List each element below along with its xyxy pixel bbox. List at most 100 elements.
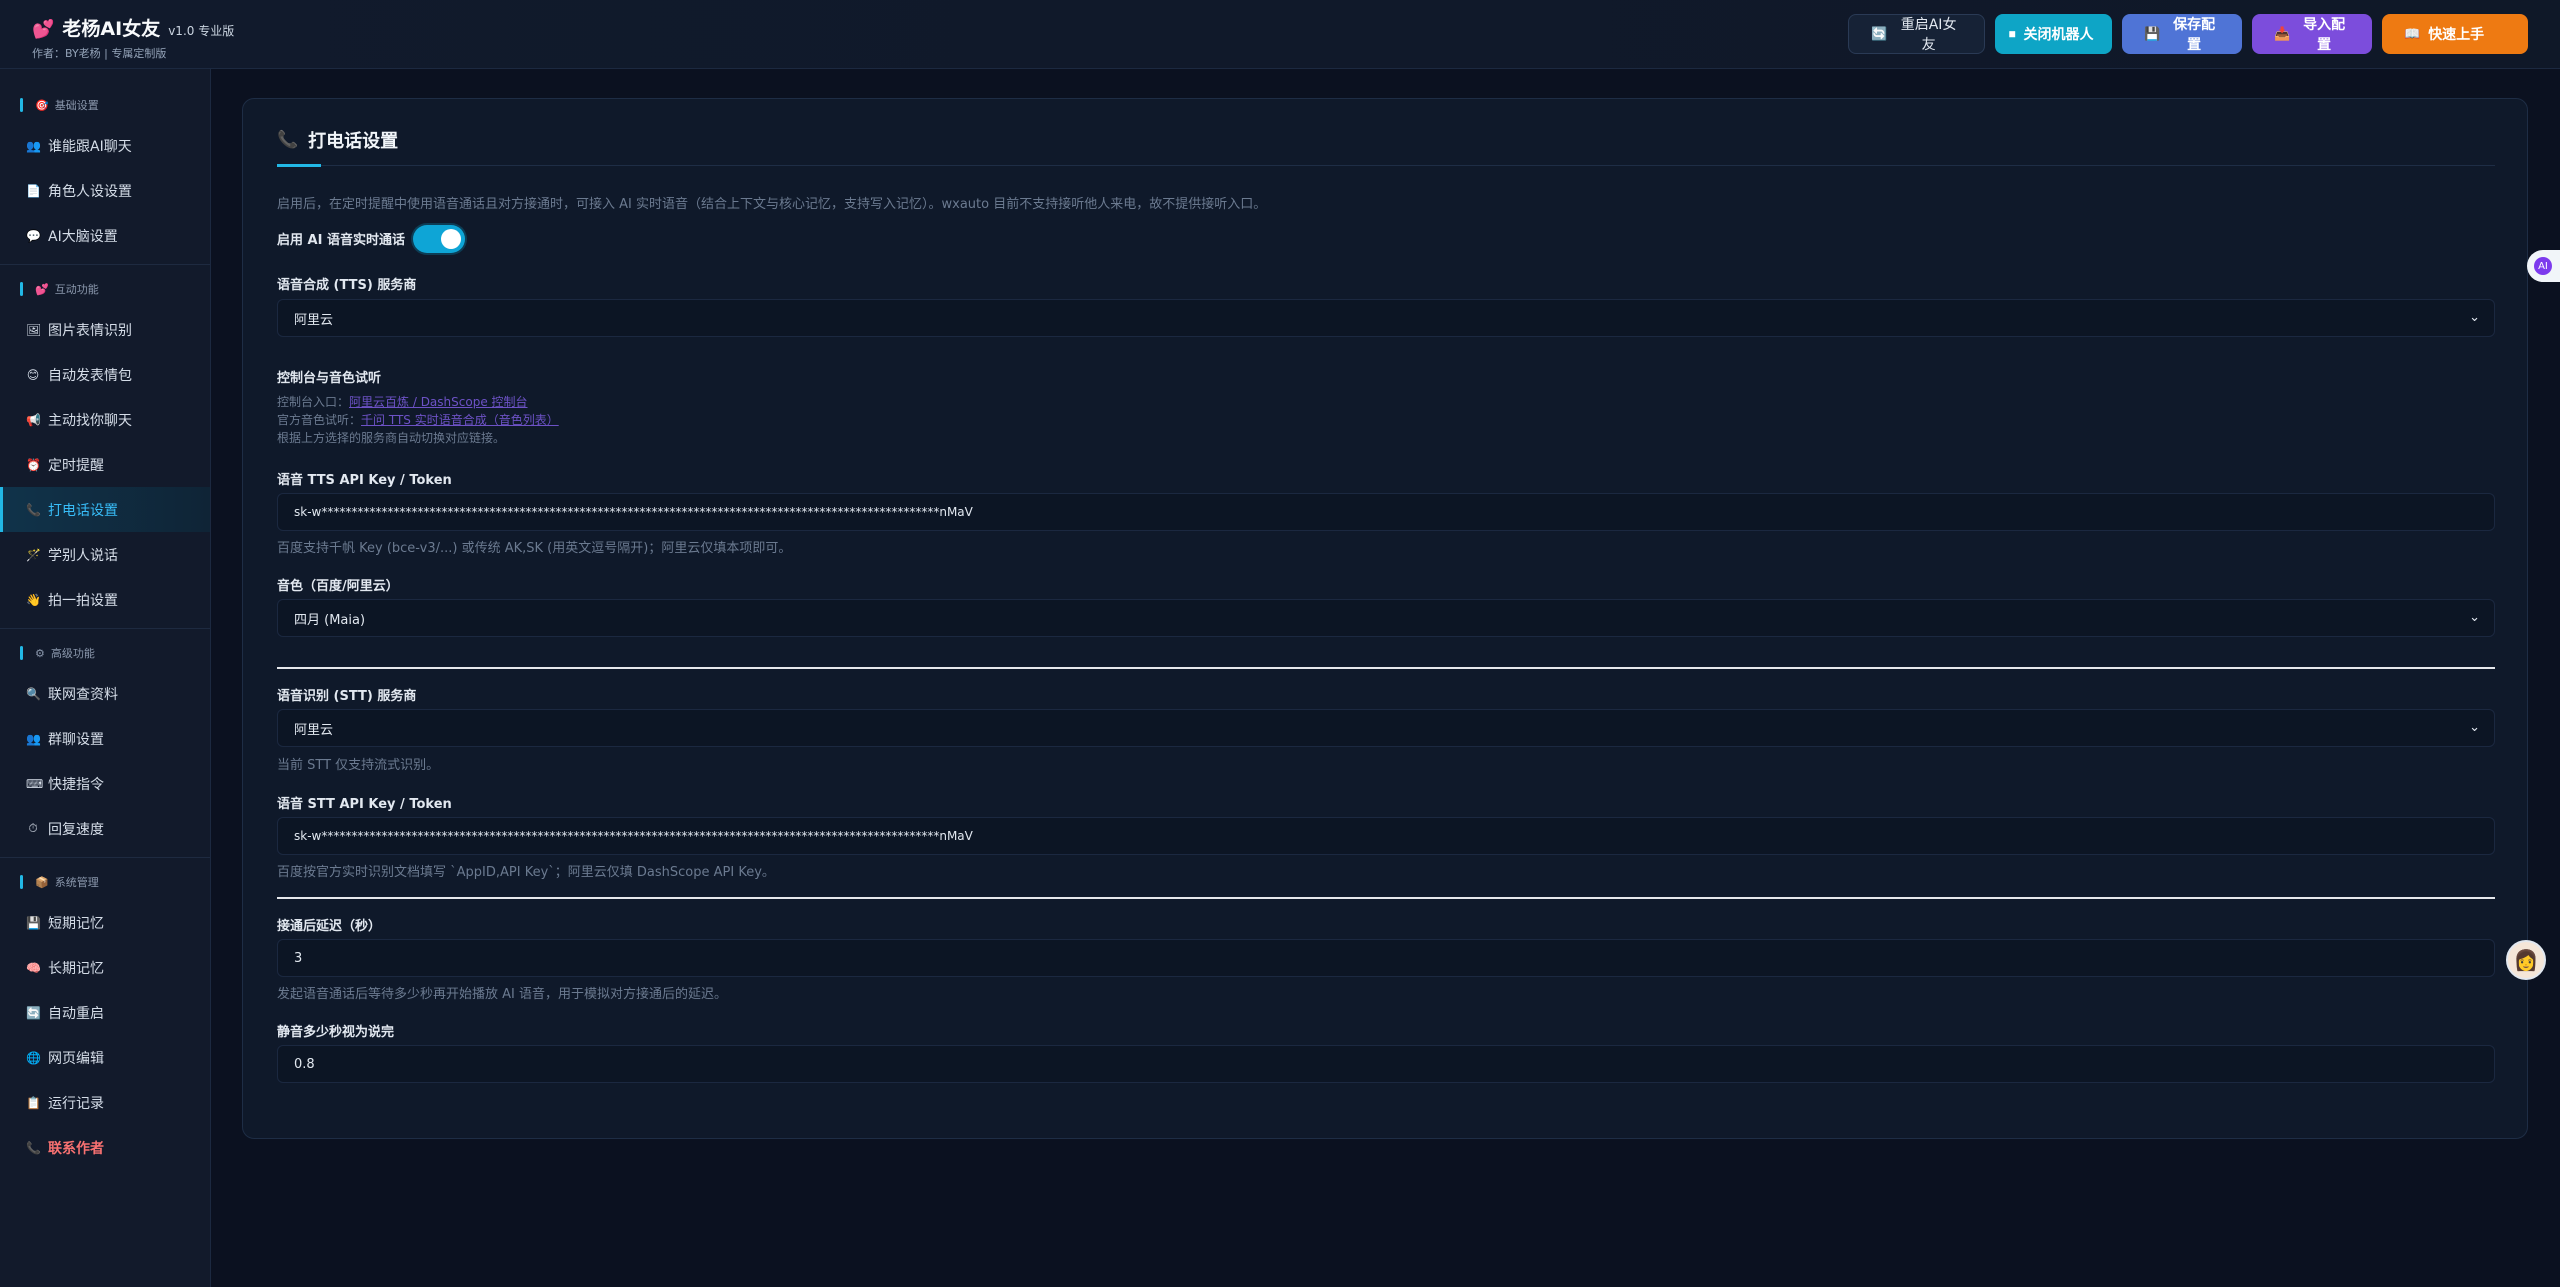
section-title: 高级功能 bbox=[50, 647, 95, 660]
floppy-icon: 💾 bbox=[2144, 26, 2161, 42]
section-divider bbox=[277, 667, 2495, 669]
stt-note: 当前 STT 仅支持流式识别。 bbox=[277, 758, 440, 773]
brand: 💕 老杨AI女友 v1.0 专业版 作者：BY老杨 | 专属定制版 bbox=[32, 14, 234, 61]
tts-key-label: 语音 TTS API Key / Token bbox=[277, 473, 452, 488]
sidebar-item-label: 快捷指令 bbox=[48, 776, 104, 793]
package-icon: 📦 bbox=[35, 875, 49, 889]
app-title: 老杨AI女友 bbox=[62, 18, 161, 40]
sidebar-item-label: 打电话设置 bbox=[48, 502, 118, 519]
tts-key-hint: 百度支持千帆 Key (bce-v3/...) 或传统 AK,SK (用英文逗号… bbox=[277, 541, 792, 556]
section-title: 基础设置 bbox=[54, 99, 99, 112]
sidebar-item-pat[interactable]: 👋 拍一拍设置 bbox=[0, 577, 210, 622]
sidebar-item-who-can-chat[interactable]: 👥 谁能跟AI聊天 bbox=[0, 123, 210, 168]
tts-key-value: sk-w************************************… bbox=[294, 505, 973, 519]
page-title: 📞 打电话设置 bbox=[277, 127, 398, 153]
console-entry-prefix: 控制台入口： bbox=[277, 395, 350, 409]
sidebar-item-reply-speed[interactable]: ⏱ 回复速度 bbox=[0, 806, 210, 851]
clipboard-icon: 📋 bbox=[26, 1095, 41, 1110]
chevron-down-icon: ⌄ bbox=[2469, 310, 2480, 325]
book-icon: 📖 bbox=[2404, 26, 2421, 42]
stt-provider-value: 阿里云 bbox=[294, 722, 334, 738]
sidebar-item-contact-author[interactable]: 📞 联系作者 bbox=[0, 1125, 210, 1170]
delay-label: 接通后延迟（秒） bbox=[277, 919, 382, 934]
target-icon: 🎯 bbox=[35, 98, 49, 112]
sidebar-item-label: 长期记忆 bbox=[48, 960, 104, 977]
title-accent bbox=[277, 164, 321, 167]
voice-select[interactable]: 四月 (Maia) ⌄ bbox=[277, 599, 2495, 637]
sidebar-item-label: 定时提醒 bbox=[48, 457, 104, 474]
sidebar-item-label: 图片表情识别 bbox=[48, 322, 132, 339]
sidebar-item-persona[interactable]: 📄 角色人设设置 bbox=[0, 168, 210, 213]
users-icon: 👥 bbox=[26, 731, 41, 746]
voice-demo-link[interactable]: 千问 TTS 实时语音合成（音色列表） bbox=[361, 413, 559, 427]
section-divider bbox=[277, 897, 2495, 899]
auto-switch-note: 根据上方选择的服务商自动切换对应链接。 bbox=[277, 431, 506, 445]
sidebar-item-image-recognition[interactable]: 🖼 图片表情识别 bbox=[0, 307, 210, 352]
quick-start-label: 快速上手 bbox=[2428, 27, 2485, 43]
stt-provider-label: 语音识别 (STT) 服务商 bbox=[277, 689, 417, 704]
alarm-icon: ⏰ bbox=[26, 457, 41, 472]
sidebar-item-reminder[interactable]: ⏰ 定时提醒 bbox=[0, 442, 210, 487]
timer-icon: ⏱ bbox=[28, 821, 38, 835]
silence-label: 静音多少秒视为说完 bbox=[277, 1025, 395, 1040]
sidebar-item-shortcuts[interactable]: ⌨ 快捷指令 bbox=[0, 761, 210, 806]
header-actions: 🔄 重启AI女友 ⏹ 关闭机器人 💾 保存配置 📥 导入配置 📖 快速上手 bbox=[1848, 14, 2528, 54]
sidebar-item-label: AI大脑设置 bbox=[48, 228, 118, 245]
silence-input[interactable]: 0.8 bbox=[277, 1045, 2495, 1083]
section-title: 系统管理 bbox=[54, 876, 99, 889]
sidebar-item-auto-restart[interactable]: 🔄 自动重启 bbox=[0, 990, 210, 1035]
sidebar-item-short-memory[interactable]: 💾 短期记忆 bbox=[0, 900, 210, 945]
sidebar-item-imitate-speech[interactable]: 🪄 学别人说话 bbox=[0, 532, 210, 577]
chat-bubble-icon: 💬 bbox=[26, 228, 41, 243]
avatar-icon: 👩 bbox=[2513, 948, 2539, 972]
delay-input[interactable]: 3 bbox=[277, 939, 2495, 977]
enable-call-toggle[interactable] bbox=[413, 225, 465, 253]
sidebar-item-ai-brain[interactable]: 💬 AI大脑设置 bbox=[0, 213, 210, 258]
heart-icon: 💕 bbox=[35, 282, 49, 296]
chevron-down-icon: ⌄ bbox=[2469, 720, 2480, 735]
keyboard-icon: ⌨ bbox=[26, 776, 44, 791]
console-entry-link[interactable]: 阿里云百炼 / DashScope 控制台 bbox=[349, 395, 528, 409]
restart-button[interactable]: 🔄 重启AI女友 bbox=[1848, 14, 1985, 54]
heart-icon: 💕 bbox=[32, 19, 55, 40]
quick-start-button[interactable]: 📖 快速上手 bbox=[2382, 14, 2528, 54]
sidebar-item-label: 自动发表情包 bbox=[48, 367, 132, 384]
intro-text: 启用后，在定时提醒中使用语音通话且对方接通时，可接入 AI 实时语音（结合上下文… bbox=[277, 197, 1267, 212]
import-config-button[interactable]: 📥 导入配置 bbox=[2252, 14, 2372, 54]
sidebar-item-auto-sticker[interactable]: 😊 自动发表情包 bbox=[0, 352, 210, 397]
stt-provider-select[interactable]: 阿里云 ⌄ bbox=[277, 709, 2495, 747]
sidebar-item-label: 角色人设设置 bbox=[48, 183, 132, 200]
sidebar: 🎯 基础设置 👥 谁能跟AI聊天 📄 角色人设设置 💬 AI大脑设置 💕 互动功能 🖼… bbox=[0, 69, 211, 1287]
sidebar-item-run-log[interactable]: 📋 运行记录 bbox=[0, 1080, 210, 1125]
users-icon: 👥 bbox=[26, 138, 41, 153]
sidebar-item-label: 网页编辑 bbox=[48, 1050, 104, 1067]
sidebar-item-proactive-chat[interactable]: 📢 主动找你聊天 bbox=[0, 397, 210, 442]
tts-key-input[interactable]: sk-w************************************… bbox=[277, 493, 2495, 531]
voice-demo-row: 官方音色试听：千问 TTS 实时语音合成（音色列表） bbox=[277, 411, 559, 428]
smile-icon: 😊 bbox=[26, 367, 40, 382]
voice-value: 四月 (Maia) bbox=[294, 612, 366, 628]
sidebar-item-web-editor[interactable]: 🌐 网页编辑 bbox=[0, 1035, 210, 1080]
section-accent bbox=[20, 875, 23, 889]
sidebar-item-group-chat[interactable]: 👥 群聊设置 bbox=[0, 716, 210, 761]
close-bot-button[interactable]: ⏹ 关闭机器人 bbox=[1995, 14, 2112, 54]
inbox-icon: 📥 bbox=[2274, 26, 2291, 42]
stt-key-label: 语音 STT API Key / Token bbox=[277, 797, 452, 812]
app-author: 作者：BY老杨 | 专属定制版 bbox=[32, 47, 167, 60]
console-label: 控制台与音色试听 bbox=[277, 371, 382, 386]
stt-key-input[interactable]: sk-w************************************… bbox=[277, 817, 2495, 855]
section-accent bbox=[20, 98, 23, 112]
silence-value: 0.8 bbox=[294, 1056, 315, 1072]
refresh-icon: 🔄 bbox=[1871, 26, 1888, 42]
sidebar-item-long-memory[interactable]: 🧠 长期记忆 bbox=[0, 945, 210, 990]
sidebar-item-phone-call[interactable]: 📞 打电话设置 bbox=[0, 487, 210, 532]
sidebar-item-web-search[interactable]: 🔍 联网查资料 bbox=[0, 671, 210, 716]
save-config-label: 保存配置 bbox=[2173, 17, 2216, 53]
avatar-float-button[interactable]: 👩 bbox=[2506, 940, 2546, 980]
assistant-float-button[interactable]: AI bbox=[2527, 250, 2560, 282]
save-config-button[interactable]: 💾 保存配置 bbox=[2122, 14, 2242, 54]
sidebar-item-label: 联网查资料 bbox=[48, 686, 118, 703]
delay-hint: 发起语音通话后等待多少秒再开始播放 AI 语音，用于模拟对方接通后的延迟。 bbox=[277, 987, 727, 1002]
tts-provider-select[interactable]: 阿里云 ⌄ bbox=[277, 299, 2495, 337]
restart-label: 重启AI女友 bbox=[1900, 17, 1957, 53]
